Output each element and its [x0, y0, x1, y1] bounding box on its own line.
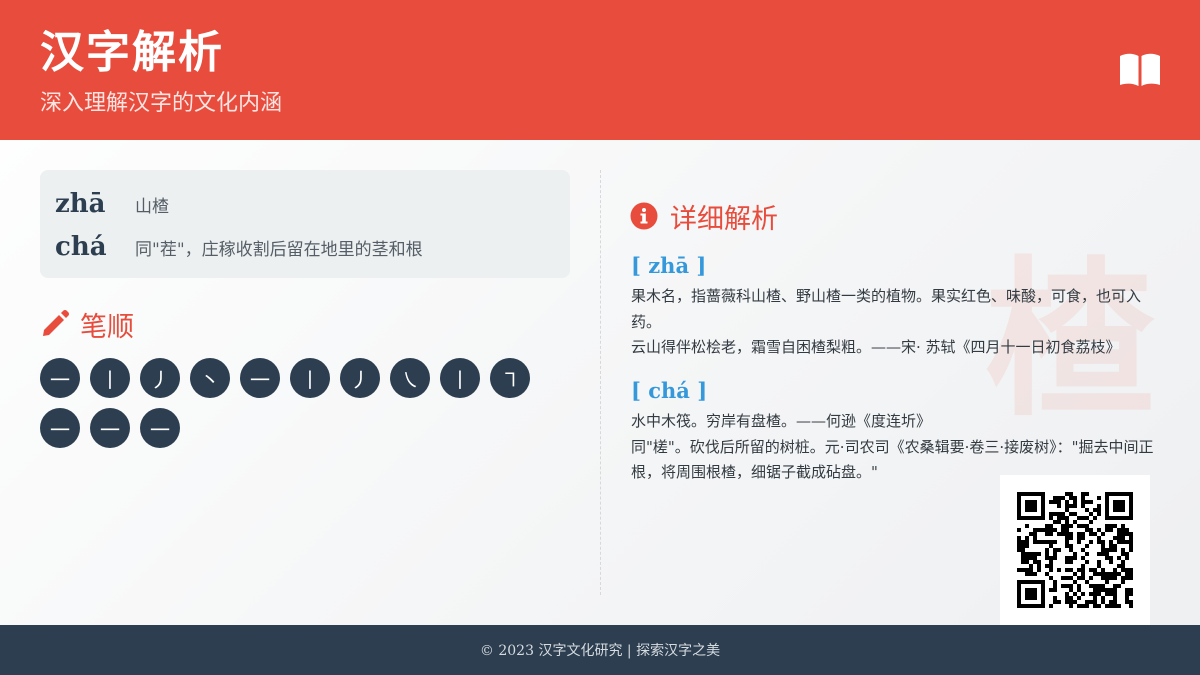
page-subtitle: 深入理解汉字的文化内涵: [40, 91, 283, 116]
stroke-item: 丿: [140, 358, 180, 398]
qr-code: [1000, 475, 1150, 625]
stroke-item: 一: [40, 358, 80, 398]
footer-text: © 2023 汉字文化研究 | 探索汉字之美: [479, 643, 721, 659]
pronunciation-row: chá 同"茬"，庄稼收割后留在地里的茎和根: [55, 227, 423, 267]
stroke-item: 一: [240, 358, 280, 398]
definition-line: 水中木筏。穷岸有盘楂。——何逊《度连圻》: [631, 412, 932, 430]
pencil-icon: [43, 310, 69, 336]
column-divider: [600, 170, 601, 595]
stroke-item: 丿: [340, 358, 380, 398]
book-open-icon: [1120, 53, 1160, 86]
entry-pinyin: [ zhā ]: [631, 253, 707, 278]
detail-heading: 详细解析: [630, 196, 778, 236]
stroke-item: 丶: [190, 358, 230, 398]
page-title: 汉字解析: [40, 27, 224, 78]
stroke-item: 丨: [90, 358, 130, 398]
stroke-item: 丨: [290, 358, 330, 398]
detail-title: 详细解析: [670, 203, 778, 235]
definition-line: 果木名，指蔷薇科山楂、野山楂一类的植物。果实红色、味酸，可食，也可入药。: [631, 287, 1142, 331]
stroke-list: 一 丨 丿 丶 一 丨 丿 ㇏ 丨 ㇕ 一 一 一: [40, 358, 560, 458]
header-banner: 汉字解析 深入理解汉字的文化内涵: [0, 0, 1200, 140]
entry-pinyin: [ chá ]: [631, 378, 708, 403]
stroke-item: 丨: [440, 358, 480, 398]
qr-code-icon: [1017, 492, 1133, 608]
stroke-item: 一: [90, 408, 130, 448]
pronunciation-panel: zhā 山楂 chá 同"茬"，庄稼收割后留在地里的茎和根: [40, 170, 570, 278]
pronunciation-row: zhā 山楂: [55, 184, 169, 224]
info-circle-icon: [630, 202, 658, 230]
footer: © 2023 汉字文化研究 | 探索汉字之美: [0, 625, 1200, 675]
stroke-item: 一: [40, 408, 80, 448]
entry-definition: 果木名，指蔷薇科山楂、野山楂一类的植物。果实红色、味酸，可食，也可入药。 云山得…: [631, 284, 1166, 361]
meaning-text: 同"茬"，庄稼收割后留在地里的茎和根: [135, 239, 423, 260]
stroke-order-title: 笔顺: [80, 311, 134, 343]
stroke-item: ㇕: [490, 358, 530, 398]
stroke-item: ㇏: [390, 358, 430, 398]
stroke-order-heading: 笔顺: [40, 304, 134, 344]
pinyin-label: zhā: [55, 189, 106, 219]
meaning-text: 山楂: [135, 196, 169, 217]
stroke-item: 一: [140, 408, 180, 448]
definition-line: 云山得伴松桧老，霜雪自困楂梨粗。——宋· 苏轼《四月十一日初食荔枝》: [631, 338, 1121, 356]
pinyin-label: chá: [55, 232, 107, 262]
